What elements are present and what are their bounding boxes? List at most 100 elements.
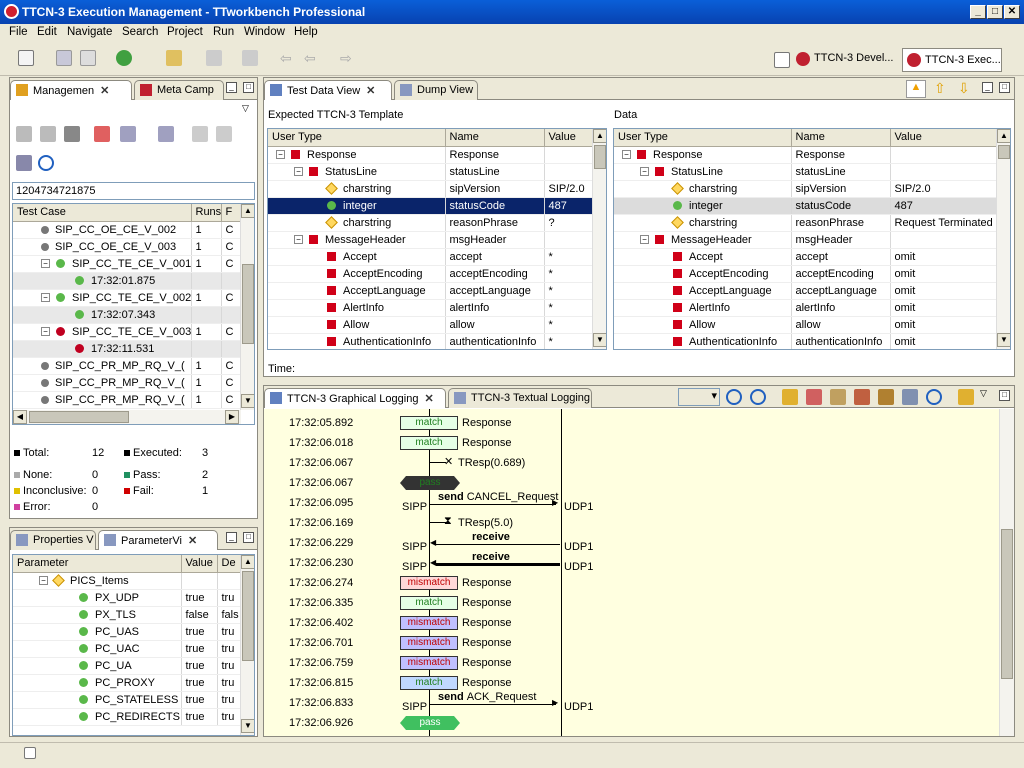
save-log-icon[interactable] xyxy=(854,389,870,405)
testcase-row[interactable]: 17:32:11.531 xyxy=(13,340,242,358)
testcase-row[interactable]: SIP_CC_PR_MP_RQ_V_(1 C xyxy=(13,374,242,392)
collapse-icon[interactable]: − xyxy=(41,327,50,337)
field-row[interactable]: − Response Response xyxy=(614,146,997,164)
tab-parameters[interactable]: ParameterVi ✕ xyxy=(98,530,218,550)
collapse-icon[interactable]: − xyxy=(41,293,50,303)
mismatch-box[interactable]: mismatch xyxy=(400,656,458,670)
menu-navigate[interactable]: Navigate xyxy=(67,26,112,38)
minimize-view-icon[interactable]: _ xyxy=(226,82,237,93)
testcase-row[interactable]: − SIP_CC_TE_CE_V_001 1 C xyxy=(13,255,242,273)
field-row[interactable]: − StatusLine statusLine xyxy=(268,163,593,181)
log-event[interactable]: 17:32:06.229 SIPP ◀ receive UDP1 xyxy=(264,531,994,553)
save-icon[interactable] xyxy=(56,50,72,66)
list-icon[interactable] xyxy=(120,126,136,142)
clear-icon[interactable] xyxy=(216,126,232,142)
col-user-type[interactable]: User Type xyxy=(268,129,446,147)
field-row[interactable]: AuthenticationInfo authenticationInfo * xyxy=(268,333,593,349)
settings-icon[interactable] xyxy=(40,126,56,142)
collapse-icon[interactable]: − xyxy=(39,576,48,586)
log-event[interactable]: 17:32:06.274 mismatch Response xyxy=(264,573,994,593)
scroll-right-icon[interactable]: ▶ xyxy=(225,410,239,424)
down-arrow-icon[interactable]: ⇩ xyxy=(958,80,970,97)
field-row[interactable]: Accept accept * xyxy=(268,248,593,266)
col-name[interactable]: Name xyxy=(791,129,891,147)
parameter-value-cell[interactable]: true xyxy=(181,657,218,675)
match-box[interactable]: match xyxy=(400,676,458,690)
data-vscroll[interactable]: ▲ ▼ xyxy=(996,129,1010,349)
collapse-icon[interactable]: − xyxy=(640,167,649,177)
tab-properties[interactable]: Properties V xyxy=(10,530,96,550)
menu-window[interactable]: Window xyxy=(244,26,285,38)
scroll-thumb[interactable] xyxy=(1001,529,1013,679)
minimize-view-icon[interactable]: _ xyxy=(982,82,993,93)
parameter-value-cell[interactable]: true xyxy=(181,589,218,607)
field-row[interactable]: AuthenticationInfo authenticationInfo omit xyxy=(614,333,997,349)
col-default[interactable]: De xyxy=(217,555,242,573)
field-row[interactable]: charstring reasonPhrase? xyxy=(268,214,593,232)
run-icon[interactable] xyxy=(116,50,132,66)
tab-graphical-logging[interactable]: TTCN-3 Graphical Logging ✕ xyxy=(264,388,446,408)
view-menu-icon[interactable]: ▽ xyxy=(242,103,249,114)
collapse-icon[interactable]: − xyxy=(41,259,50,269)
col-name[interactable]: Name xyxy=(445,129,545,147)
testcase-row[interactable]: SIP_CC_OE_CE_V_003 1 C xyxy=(13,238,242,256)
print-log-icon[interactable] xyxy=(902,389,918,405)
testcase-row[interactable]: SIP_CC_PR_MP_RQ_V_(1 C xyxy=(13,391,242,409)
minimize-view-icon[interactable]: _ xyxy=(226,532,237,543)
menu-search[interactable]: Search xyxy=(122,26,158,38)
menu-help[interactable]: Help xyxy=(294,26,318,38)
testcase-row[interactable]: − SIP_CC_TE_CE_V_003 1 C xyxy=(13,323,242,341)
add-campaign-icon[interactable] xyxy=(94,126,110,142)
hscroll-thumb[interactable] xyxy=(29,411,129,423)
maximize-view-icon[interactable]: □ xyxy=(999,82,1010,93)
new-icon[interactable] xyxy=(18,50,34,66)
collapse-icon[interactable]: − xyxy=(622,150,631,160)
print-icon[interactable] xyxy=(80,50,96,66)
maximize-view-icon[interactable]: □ xyxy=(999,390,1010,401)
close-icon[interactable]: ✕ xyxy=(424,393,433,405)
col-user-type[interactable]: User Type xyxy=(614,129,792,147)
clock-icon[interactable] xyxy=(38,155,54,171)
fast-view-icon[interactable] xyxy=(24,747,36,759)
zoom-select[interactable]: ▾ xyxy=(678,388,720,406)
parameter-row[interactable]: PC_UA true tru xyxy=(13,657,242,675)
nav-icon[interactable] xyxy=(206,50,222,66)
field-row[interactable]: Allow allow omit xyxy=(614,316,997,334)
settings-icon[interactable] xyxy=(958,389,974,405)
match-box[interactable]: match xyxy=(400,436,458,450)
log-event[interactable]: 17:32:06.759 mismatch Response xyxy=(264,653,994,673)
parameter-row[interactable]: − PICS_Items xyxy=(13,572,242,590)
collapse-icon[interactable]: − xyxy=(294,235,303,245)
field-row[interactable]: − StatusLine statusLine xyxy=(614,163,997,181)
log-event[interactable]: 17:32:06.230 SIPP ◀ receive UDP1 xyxy=(264,551,994,573)
close-icon[interactable]: ✕ xyxy=(188,535,197,547)
perspective-devel[interactable]: TTCN-3 Devel... xyxy=(794,50,897,70)
field-row[interactable]: integer statusCode 487 xyxy=(614,197,997,215)
col-parameter[interactable]: Parameter xyxy=(13,555,182,573)
expected-vscroll[interactable]: ▲ ▼ xyxy=(592,129,606,349)
col-value[interactable]: Value xyxy=(181,555,218,573)
log-event[interactable]: 17:32:06.095 SIPP ▶ send CANCEL_Request UDP1 xyxy=(264,491,994,513)
campaign-id-field[interactable]: 1204734721875 xyxy=(12,182,255,200)
scroll-down-icon[interactable]: ▼ xyxy=(241,394,254,408)
maximize-button[interactable]: □ xyxy=(987,5,1003,19)
scroll-thumb[interactable] xyxy=(998,145,1010,159)
tool-icon[interactable] xyxy=(166,50,182,66)
parameter-row[interactable]: PC_UAC true tru xyxy=(13,640,242,658)
menu-file[interactable]: File xyxy=(9,26,28,38)
view-menu-icon[interactable]: ▽ xyxy=(980,388,987,399)
scroll-down-icon[interactable]: ▼ xyxy=(997,333,1010,347)
maximize-view-icon[interactable]: □ xyxy=(243,532,254,543)
export-icon[interactable] xyxy=(830,389,846,405)
menu-run[interactable]: Run xyxy=(213,26,234,38)
nav2-icon[interactable] xyxy=(242,50,258,66)
field-row[interactable]: AcceptLanguage acceptLanguage * xyxy=(268,282,593,300)
log-event[interactable]: 17:32:05.892 match Response xyxy=(264,413,994,433)
col-value[interactable]: Value xyxy=(890,129,997,147)
collapse-icon[interactable]: − xyxy=(294,167,303,177)
field-row[interactable]: AcceptEncoding acceptEncoding * xyxy=(268,265,593,283)
log-event[interactable]: 17:32:06.067 ✕ TResp(0.689) xyxy=(264,453,994,473)
verdict-pass[interactable]: pass xyxy=(400,476,460,490)
filter-icon[interactable] xyxy=(806,389,822,405)
log-event[interactable]: 17:32:06.067 pass xyxy=(264,473,994,493)
